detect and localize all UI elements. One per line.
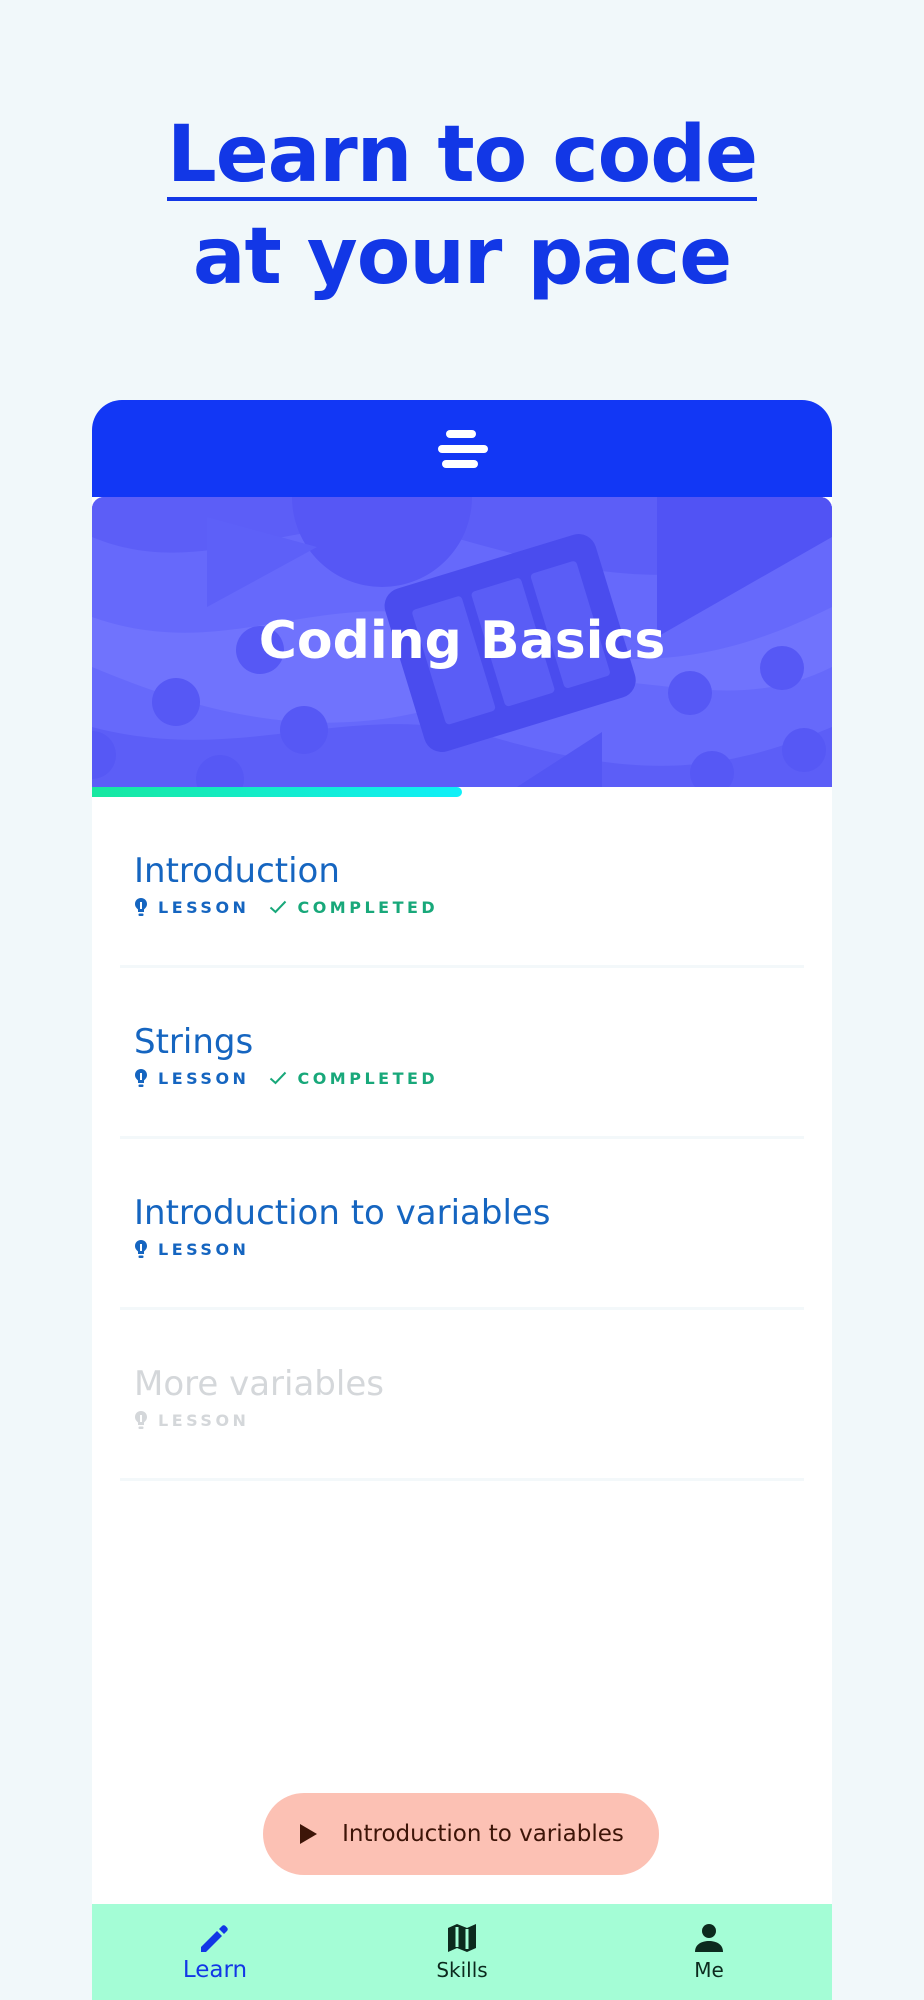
checkmark-icon: [270, 900, 287, 914]
lesson-title: More variables: [134, 1364, 384, 1404]
app-top-bar: [92, 400, 832, 497]
course-title: Coding Basics: [258, 611, 666, 671]
lesson-item-strings[interactable]: Strings LESSON COMPLETED: [120, 968, 804, 1139]
course-hero: Coding Basics: [92, 497, 832, 787]
nav-item-me[interactable]: Me: [586, 1904, 832, 2000]
lesson-type: LESSON: [158, 1410, 250, 1430]
headline-link[interactable]: Learn to code: [167, 113, 758, 201]
lesson-title: Introduction: [134, 851, 340, 891]
pencil-icon: [201, 1925, 228, 1952]
menu-icon[interactable]: [438, 428, 488, 470]
checkmark-icon: [270, 1071, 287, 1085]
lesson-item-more-variables: More variables LESSON: [120, 1310, 804, 1481]
lesson-type: LESSON: [158, 1239, 250, 1259]
lesson-title: Introduction to variables: [134, 1193, 551, 1233]
lightbulb-icon: [135, 898, 147, 916]
course-progress-fill: [92, 787, 462, 797]
nav-label-skills: Skills: [436, 1958, 488, 1982]
nav-item-skills[interactable]: Skills: [339, 1904, 585, 2000]
play-icon: [300, 1824, 318, 1844]
map-icon: [448, 1924, 476, 1952]
app-preview: Coding Basics Introduction LESSON COMPLE…: [92, 400, 832, 2000]
lesson-title: Strings: [134, 1022, 254, 1062]
nav-label-me: Me: [694, 1958, 724, 1982]
lesson-status: COMPLETED: [297, 1068, 439, 1088]
continue-lesson-label: Introduction to variables: [342, 1821, 624, 1847]
lesson-type: LESSON: [158, 1068, 250, 1088]
lesson-item-introduction[interactable]: Introduction LESSON COMPLETED: [120, 797, 804, 968]
continue-lesson-button[interactable]: Introduction to variables: [263, 1793, 659, 1875]
course-progress-bar: [92, 787, 832, 797]
lightbulb-icon: [135, 1069, 147, 1087]
nav-label-learn: Learn: [182, 1957, 248, 1983]
lightbulb-icon: [135, 1240, 147, 1258]
lesson-status: COMPLETED: [297, 897, 439, 917]
lesson-item-introduction-to-variables[interactable]: Introduction to variables LESSON: [120, 1139, 804, 1310]
person-icon: [695, 1924, 723, 1952]
bottom-nav: Learn Skills Me: [92, 1904, 832, 2000]
headline-subtitle: at your pace: [192, 212, 732, 302]
lightbulb-icon: [135, 1411, 147, 1429]
nav-item-learn[interactable]: Learn: [92, 1904, 338, 2000]
headline: Learn to code at your pace: [0, 108, 924, 304]
lesson-list: Introduction LESSON COMPLETED Strings LE…: [92, 797, 832, 1481]
lesson-type: LESSON: [158, 897, 250, 917]
